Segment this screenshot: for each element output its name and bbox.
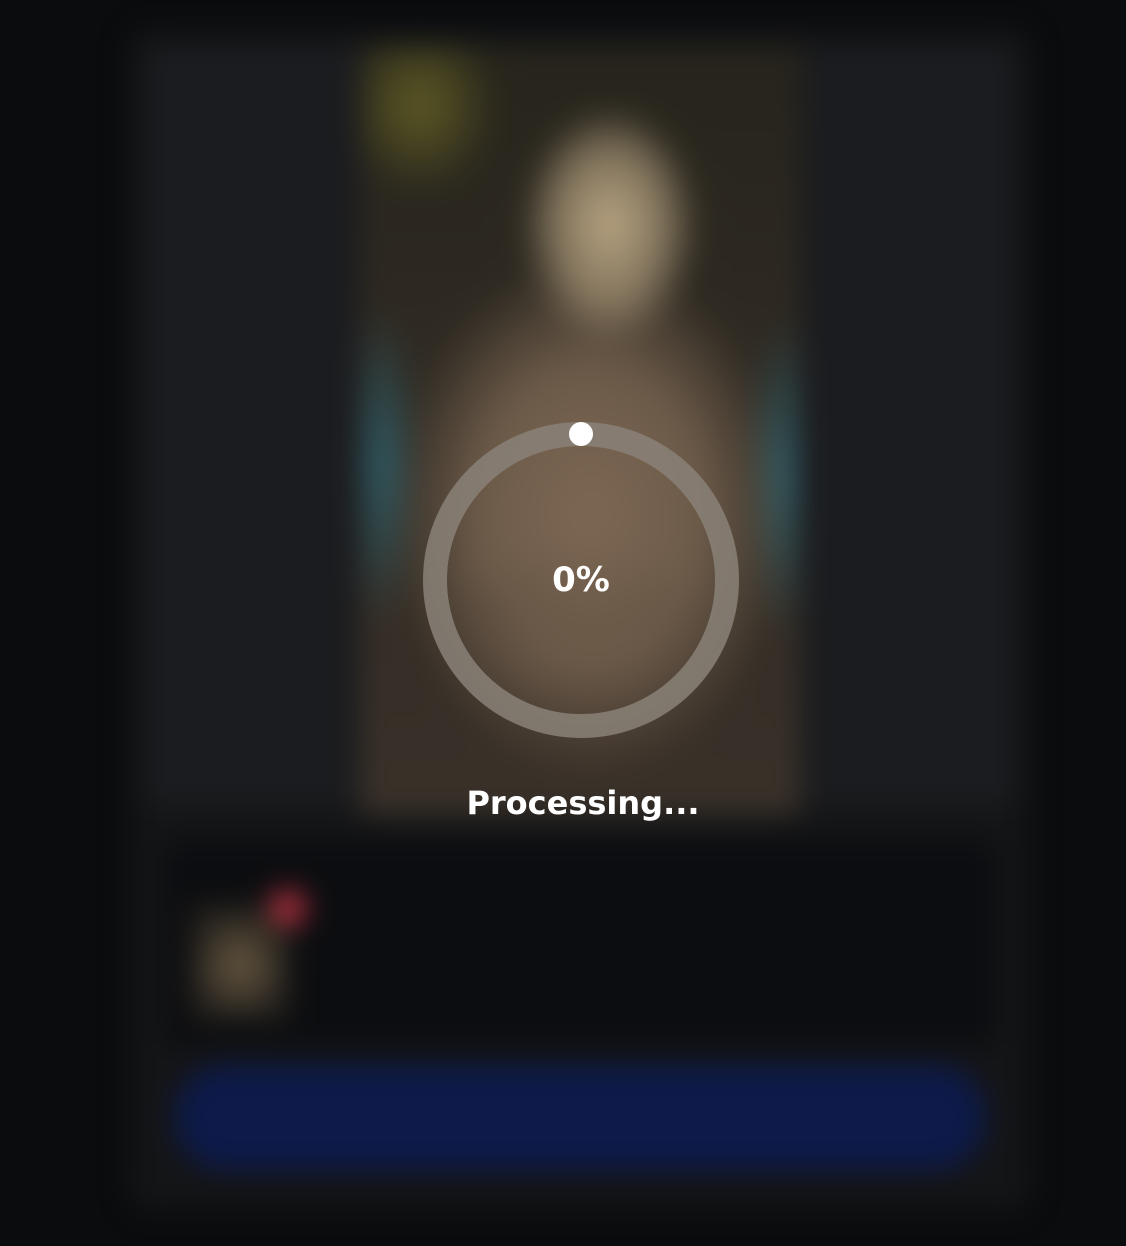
processing-overlay: 0% Processing... [0,0,1126,1246]
progress-percent: 0% [552,560,610,600]
app-screen: 0% Processing... [0,0,1126,1246]
processing-status: Processing... [466,784,700,822]
